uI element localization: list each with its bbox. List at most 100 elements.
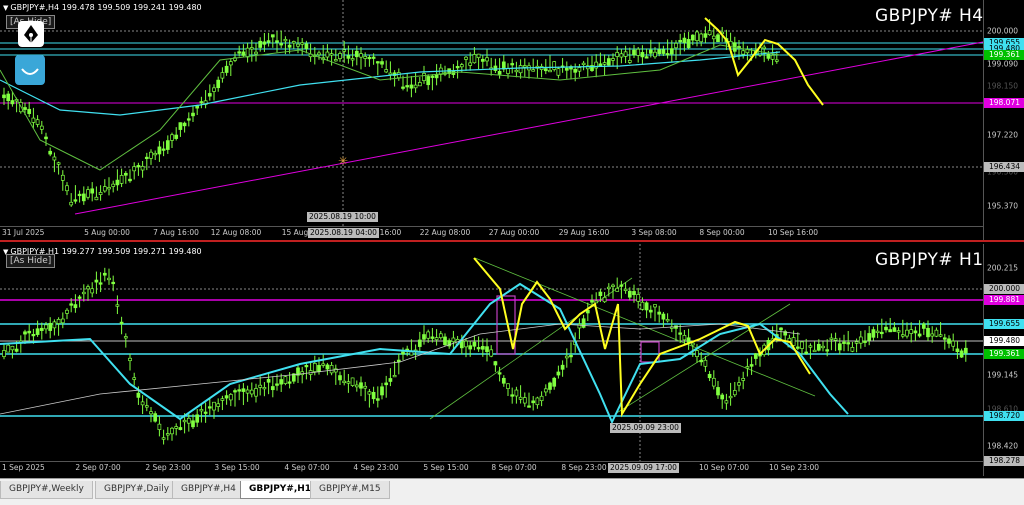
- time-label: 29 Aug 16:00: [558, 228, 610, 237]
- tab-h4[interactable]: GBPJPY#,H4: [172, 481, 245, 499]
- time-label: 5 Sep 15:00: [423, 463, 469, 472]
- h1-candle-body: [359, 382, 363, 389]
- h4-candle-body: [552, 61, 557, 70]
- h4-candle-body: [191, 112, 195, 117]
- h1-candle-body: [867, 333, 872, 341]
- h1-time-scale[interactable]: 1 Sep 2025 2 Sep 07:00 2 Sep 23:00 3 Sep…: [0, 461, 983, 475]
- h1-price-scale[interactable]: 200.215 199.680 199.145 198.610 198.420 …: [983, 244, 1024, 476]
- time-label: 12 Aug 08:00: [210, 228, 262, 237]
- pen-tool-icon[interactable]: [18, 21, 44, 47]
- h1-candle-body: [896, 330, 901, 333]
- h4-candle-body: [157, 146, 162, 155]
- h1-candle-body: [14, 348, 19, 352]
- h1-chart-canvas[interactable]: [0, 244, 983, 462]
- price-tag-green: 199.361: [984, 50, 1024, 60]
- h1-candle-body: [846, 342, 851, 345]
- h4-candle-body: [674, 42, 678, 49]
- h4-candle-body: [396, 72, 401, 79]
- h4-candle-body: [422, 72, 426, 81]
- h4-candle-body: [518, 65, 523, 74]
- h1-candle-body: [287, 381, 292, 384]
- h1-candle-body: [363, 385, 368, 389]
- dropdown-arrow-icon[interactable]: ▼: [3, 4, 8, 12]
- price-tag-white: 199.480: [984, 336, 1024, 346]
- h1-candle-body: [258, 384, 263, 388]
- h1-candle-body: [648, 309, 653, 313]
- h1-candle-body: [149, 411, 153, 415]
- h4-candle-body: [170, 134, 174, 141]
- h1-candle-body: [317, 365, 321, 373]
- h4-candle-body: [161, 148, 166, 151]
- h4-candle-body: [266, 40, 271, 43]
- h1-candle-body: [249, 389, 254, 395]
- h1-candle-body: [527, 405, 531, 408]
- h4-candle-body: [741, 50, 746, 55]
- h4-candle-body: [241, 51, 246, 56]
- h4-candle-body: [548, 69, 552, 73]
- smile-indicator-icon[interactable]: [15, 55, 45, 85]
- h1-candle-body: [661, 313, 666, 320]
- h1-candle-body: [522, 397, 527, 404]
- h4-candle-body: [682, 37, 687, 43]
- time-label: 5 Aug 00:00: [84, 228, 130, 237]
- h1-candle-body: [220, 398, 225, 401]
- h4-candle-body: [707, 30, 712, 36]
- tab-h1[interactable]: GBPJPY#,H1: [240, 481, 321, 499]
- price-tick: 197.220: [987, 130, 1019, 140]
- h1-chart-window[interactable]: ▼ GBPJPY#,H1 199.277 199.509 199.271 199.…: [0, 244, 1024, 476]
- h1-candle-body: [98, 282, 103, 285]
- h4-candle-body: [455, 66, 460, 69]
- h1-candle-body: [665, 319, 670, 322]
- h4-candle-body: [405, 85, 410, 88]
- h1-candle-body: [615, 287, 620, 292]
- h1-candle-body: [585, 309, 590, 314]
- h1-candle-body: [2, 350, 6, 357]
- tab-weekly[interactable]: GBPJPY#,Weekly: [0, 481, 93, 499]
- price-tick: 199.090: [987, 59, 1019, 69]
- h4-chart-window[interactable]: ✳ ▼ GBPJPY#,H4 199.478 199.509 199.241 19…: [0, 0, 1024, 242]
- tab-m15[interactable]: GBPJPY#,M15: [310, 481, 390, 499]
- h1-candle-body: [380, 386, 384, 396]
- h1-candle-body: [531, 400, 536, 404]
- h4-candle-body: [2, 94, 6, 99]
- h4-header: ▼ GBPJPY#,H4 199.478 199.509 199.241 199.…: [3, 3, 202, 12]
- h1-candle-body: [233, 390, 237, 393]
- h4-candle-body: [245, 47, 250, 58]
- time-label: 3 Sep 08:00: [631, 228, 677, 237]
- tab-daily[interactable]: GBPJPY#,Daily: [95, 481, 179, 499]
- h1-candle-body: [732, 390, 737, 396]
- h1-candle-body: [879, 331, 884, 335]
- time-label: 3 Sep 15:00: [214, 463, 260, 472]
- h1-candle-body: [795, 346, 800, 349]
- h1-candle-body: [338, 375, 342, 381]
- h4-candle-body: [254, 51, 258, 55]
- h4-time-scale[interactable]: 31 Jul 2025 5 Aug 00:00 7 Aug 16:00 12 A…: [0, 226, 983, 240]
- h1-candle-body: [304, 365, 309, 368]
- h4-candle-body: [556, 68, 561, 76]
- h1-candle-body: [90, 288, 95, 294]
- h1-candle-body: [266, 379, 271, 383]
- h4-price-scale[interactable]: 200.000 199.090 198.150 197.220 196.300 …: [983, 0, 1024, 240]
- h1-as-hide-button[interactable]: [As Hide]: [6, 254, 56, 268]
- h1-candle-body: [354, 384, 359, 388]
- h1-candle-body: [346, 381, 351, 384]
- h4-candle-body: [119, 175, 124, 184]
- h1-candle-body: [640, 301, 645, 310]
- h1-candle-body: [812, 349, 817, 353]
- h4-candle-body: [564, 67, 569, 71]
- h1-candle-body: [438, 333, 443, 339]
- h1-candle-body: [241, 388, 246, 392]
- h4-chart-canvas[interactable]: ✳: [0, 0, 983, 226]
- h1-candle-body: [569, 355, 573, 358]
- h4-candle-body: [493, 65, 498, 71]
- time-label: 10 Sep 07:00: [698, 463, 750, 472]
- h1-candle-body: [417, 339, 422, 347]
- h1-candle-body: [753, 353, 758, 359]
- h1-candle-body: [136, 392, 141, 398]
- h4-candle-body: [375, 61, 380, 64]
- h1-forecast-yellow: [473, 257, 811, 418]
- price-tag-magenta: 199.881: [984, 295, 1024, 305]
- time-label: 10 Sep 16:00: [767, 228, 819, 237]
- h1-candle-body: [132, 377, 137, 380]
- h4-candle-body: [426, 76, 431, 86]
